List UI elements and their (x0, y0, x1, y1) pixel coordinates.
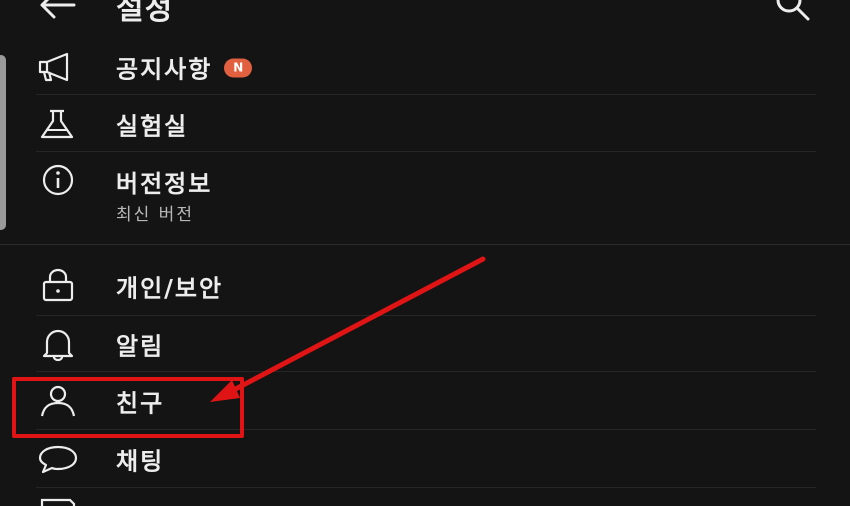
back-button[interactable] (38, 0, 78, 20)
menu-item-notice[interactable]: 공지사항 N (0, 38, 850, 95)
menu-item-version[interactable]: 버전정보 최신 버전 (0, 152, 850, 242)
search-button[interactable] (772, 0, 812, 24)
flask-icon (36, 106, 80, 142)
menu-item-privacy[interactable]: 개인/보안 (0, 257, 850, 314)
arrow-left-icon (40, 0, 76, 19)
lock-icon (36, 268, 80, 304)
menu-item-lab[interactable]: 실험실 (0, 95, 850, 152)
search-icon (776, 0, 810, 21)
page-title: 설정 (116, 0, 174, 27)
top-app-bar: 설정 (0, 0, 850, 28)
menu-item-label: 개인/보안 (116, 274, 224, 302)
new-badge: N (224, 58, 253, 78)
info-icon (36, 162, 80, 198)
version-status: 최신 버전 (116, 205, 194, 225)
menu-item-label: 공지사항 N (116, 49, 253, 84)
menu-item-label: 버전정보 (116, 170, 213, 198)
menu-item-label: 알림 (116, 332, 165, 360)
bell-icon (36, 326, 80, 362)
menu-item-label: 실험실 (116, 112, 189, 140)
divider (36, 487, 816, 488)
menu-item-notification[interactable]: 알림 (0, 315, 850, 372)
menu-item-label: 채팅 (116, 447, 165, 475)
section-divider (0, 244, 850, 245)
menu-item-chat[interactable]: 채팅 (0, 430, 850, 487)
megaphone-icon (36, 49, 80, 85)
chat-bubble-icon (36, 441, 80, 477)
annotation-highlight-box (12, 377, 244, 438)
next-row-icon (36, 494, 80, 506)
settings-screen: 설정 공지사항 N 실험실 버전정보 최신 버전 개인/보안 알림 친구 채팅 (0, 0, 850, 506)
